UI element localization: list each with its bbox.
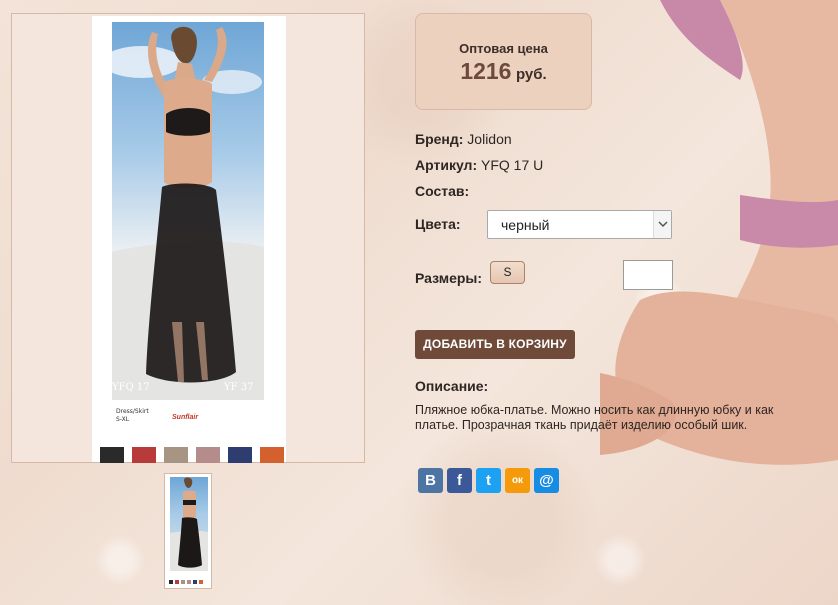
add-to-cart-button[interactable]: ДОБАВИТЬ В КОРЗИНУ (415, 330, 575, 359)
size-option-button[interactable]: S (490, 261, 525, 284)
mini-swatch (175, 580, 179, 584)
brand-logo: Sunflair (172, 414, 199, 421)
swatch (260, 447, 284, 463)
mini-swatch (187, 580, 191, 584)
sku-field: Артикул: YFQ 17 U (415, 157, 543, 173)
color-select[interactable]: черный (487, 210, 672, 239)
sku-key: Артикул: (415, 157, 478, 173)
swatch (196, 447, 220, 463)
background-model-decoration (600, 0, 838, 465)
product-code-right: YF 37 (224, 382, 254, 393)
brand-field: Бренд: Jolidon (415, 131, 512, 147)
price-label: Оптовая цена (459, 41, 548, 56)
product-thumbnail[interactable] (164, 473, 212, 589)
swatch (132, 447, 156, 463)
composition-key: Состав: (415, 183, 470, 199)
product-main-image[interactable]: YFQ 17 YF 37 Dress/Skirt S-XL Sunflair (11, 13, 365, 463)
composition-field: Состав: (415, 183, 469, 199)
caption-line-2: S-XL (116, 416, 130, 423)
product-photo (112, 22, 264, 400)
price-value: 1216 (460, 58, 512, 84)
chevron-down-icon[interactable] (653, 211, 671, 238)
colors-key: Цвета: (415, 216, 461, 232)
thumbnail-photo (170, 477, 208, 571)
price-line: 1216 руб. (416, 58, 591, 85)
price-currency: руб. (515, 66, 547, 83)
product-photo-card: YFQ 17 YF 37 Dress/Skirt S-XL Sunflair (92, 16, 286, 463)
sizes-key: Размеры: (415, 270, 483, 286)
mini-swatch (193, 580, 197, 584)
brand-value: Jolidon (467, 131, 512, 147)
mail-icon[interactable]: @ (534, 468, 559, 493)
thumbnail-swatches (169, 580, 203, 584)
mini-swatch (169, 580, 173, 584)
photo-caption: Dress/Skirt S-XL (116, 408, 149, 424)
facebook-icon[interactable]: f (447, 468, 472, 493)
share-buttons: В f t ок @ (418, 468, 559, 493)
description-title: Описание: (415, 378, 489, 394)
mini-swatch (199, 580, 203, 584)
brand-key: Бренд: (415, 131, 464, 147)
price-box: Оптовая цена 1216 руб. (415, 13, 592, 110)
vk-icon[interactable]: В (418, 468, 443, 493)
sizes-field: Размеры: (415, 270, 482, 286)
color-swatches (100, 447, 284, 463)
caption-line-1: Dress/Skirt (116, 408, 149, 415)
mini-swatch (181, 580, 185, 584)
description-text: Пляжное юбка-платье. Можно носить как дл… (415, 403, 774, 432)
swatch (100, 447, 124, 463)
sku-value: YFQ 17 U (481, 157, 544, 173)
product-code-left: YFQ 17 (112, 382, 150, 393)
swatch (228, 447, 252, 463)
colors-field: Цвета: (415, 216, 461, 232)
twitter-icon[interactable]: t (476, 468, 501, 493)
swatch (164, 447, 188, 463)
odnoklassniki-icon[interactable]: ок (505, 468, 530, 493)
quantity-input[interactable] (623, 260, 673, 290)
color-select-value: черный (501, 217, 550, 233)
